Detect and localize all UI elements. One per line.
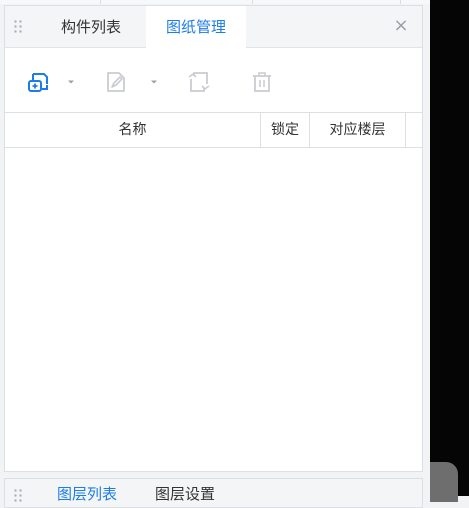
tab-bar: 构件列表 图纸管理 × [5, 6, 422, 48]
delete-button[interactable] [248, 68, 276, 96]
canvas-area[interactable] [430, 0, 469, 502]
add-drawing-button[interactable] [25, 68, 53, 96]
divider [252, 0, 253, 4]
divider [100, 0, 101, 4]
divider [400, 0, 401, 4]
rotate-drawing-icon [188, 72, 210, 92]
drag-handle-icon[interactable] [13, 488, 23, 504]
column-header-floor[interactable]: 对应楼层 [310, 113, 406, 147]
layer-panel: 图层列表 图层设置 [4, 478, 423, 508]
tab-layer-list[interactable]: 图层列表 [57, 484, 117, 504]
tab-drawing-management[interactable]: 图纸管理 [146, 6, 246, 48]
drawing-management-panel: 构件列表 图纸管理 × 名称 锁定 对应楼层 [4, 5, 423, 472]
toolbar [5, 48, 422, 112]
delete-icon [253, 72, 271, 92]
caret-down-icon[interactable] [67, 79, 75, 85]
tab-layer-settings[interactable]: 图层设置 [155, 484, 215, 504]
drag-handle-icon[interactable] [13, 19, 23, 35]
edit-drawing-button[interactable] [102, 68, 130, 96]
close-icon[interactable]: × [392, 17, 410, 35]
caret-down-icon[interactable] [150, 79, 158, 85]
add-drawing-icon [28, 73, 48, 92]
column-header-name[interactable]: 名称 [5, 113, 261, 147]
rotate-drawing-button[interactable] [185, 68, 213, 96]
column-header-lock[interactable]: 锁定 [261, 113, 310, 147]
edit-drawing-icon [107, 72, 125, 92]
drawing-table-header: 名称 锁定 对应楼层 [5, 112, 422, 148]
canvas-shape [430, 462, 458, 502]
tab-component-list[interactable]: 构件列表 [43, 6, 139, 48]
top-strip [0, 0, 430, 4]
